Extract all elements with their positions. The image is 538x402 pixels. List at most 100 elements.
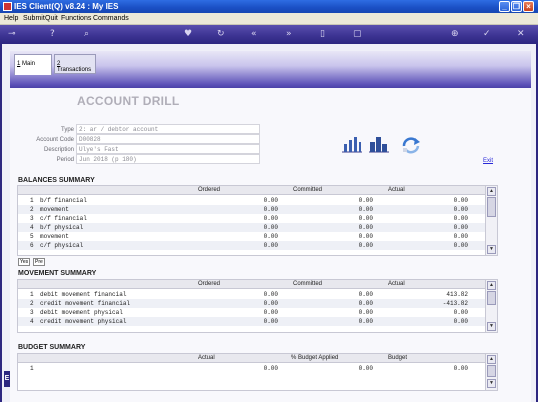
cell-ordered: 0.00 xyxy=(263,206,278,213)
row-label: debit movement physical xyxy=(40,309,123,316)
row-number: 3 xyxy=(30,215,34,222)
cell-committed: 0.00 xyxy=(358,233,373,240)
cell-ordered: 0.00 xyxy=(263,233,278,240)
key-icon[interactable]: ⊸ xyxy=(8,29,16,40)
table-row[interactable]: 6 c/f physical 0.00 0.00 0.00 xyxy=(18,241,485,250)
type-field[interactable]: 2: ar / debtor account xyxy=(76,124,260,134)
cell-ordered: 0.00 xyxy=(263,300,278,307)
row-label: credit movement financial xyxy=(40,300,131,307)
close-window-button[interactable]: × xyxy=(523,1,534,12)
row-number: 5 xyxy=(30,233,34,240)
budget-scrollbar[interactable]: ▲ ▼ xyxy=(485,354,497,390)
help-icon[interactable]: ? xyxy=(50,29,55,40)
col-budget: Budget xyxy=(388,355,408,361)
row-label: c/f physical xyxy=(40,242,84,249)
cell-actual: 0.00 xyxy=(453,233,468,240)
row-label: b/f physical xyxy=(40,224,84,231)
scroll-down-button[interactable]: ▼ xyxy=(487,245,496,254)
table-row[interactable]: 3 c/f financial 0.00 0.00 0.00 xyxy=(18,214,485,223)
toolbar: ⊸ ? ⌕ ♥ ↻ « » ▯ ▢ ⊕ ✓ ✕ xyxy=(0,25,538,44)
close-icon[interactable]: ✕ xyxy=(517,29,525,40)
search-icon[interactable]: ⌕ xyxy=(84,29,89,40)
table-row[interactable]: 1 b/f financial 0.00 0.00 0.00 xyxy=(18,196,485,205)
cell-ordered: 0.00 xyxy=(263,291,278,298)
row-number: 2 xyxy=(30,300,34,307)
description-field[interactable]: Ulye's Fast xyxy=(76,144,260,154)
add-icon[interactable]: ⊕ xyxy=(451,29,459,40)
fast-forward-icon[interactable]: » xyxy=(286,29,292,40)
scroll-up-button[interactable]: ▲ xyxy=(487,355,496,364)
tab-transactions[interactable]: 2 Transactions xyxy=(54,54,96,74)
cell-ordered: 0.00 xyxy=(263,318,278,325)
type-label: Type xyxy=(60,127,74,133)
side-tab[interactable]: E xyxy=(4,371,10,387)
exit-link[interactable]: Exit xyxy=(483,158,493,164)
row-number: 1 xyxy=(30,365,34,372)
tab-main[interactable]: 1 Main xyxy=(14,54,52,75)
scroll-thumb[interactable] xyxy=(487,197,496,217)
refresh-icon[interactable]: ↻ xyxy=(217,29,225,40)
scroll-thumb[interactable] xyxy=(487,365,496,377)
menu-quit[interactable]: Quit xyxy=(45,15,58,22)
movement-summary-title: MOVEMENT SUMMARY xyxy=(18,270,97,277)
yes-button[interactable]: Yes xyxy=(18,258,31,266)
scroll-up-button[interactable]: ▲ xyxy=(487,281,496,290)
heart-icon[interactable]: ♥ xyxy=(184,29,192,40)
table-row[interactable]: 1 debit movement financial 0.00 0.00 413… xyxy=(18,290,485,299)
movement-header: Ordered Committed Actual xyxy=(18,280,485,289)
scroll-thumb[interactable] xyxy=(487,291,496,305)
cell-committed: 0.00 xyxy=(358,197,373,204)
minimize-button[interactable]: _ xyxy=(499,1,510,12)
movement-grid: Ordered Committed Actual 1 debit movemen… xyxy=(17,279,498,333)
menu-submit[interactable]: Submit xyxy=(23,15,45,22)
period-label: Period xyxy=(56,157,74,163)
menu-help[interactable]: Help xyxy=(4,15,18,22)
pre-button[interactable]: Pre xyxy=(33,258,45,266)
cell-actual: 0.00 xyxy=(453,197,468,204)
confirm-icon[interactable]: ✓ xyxy=(483,29,491,40)
cell-ordered: 0.00 xyxy=(263,242,278,249)
table-row[interactable]: 4 credit movement physical 0.00 0.00 0.0… xyxy=(18,317,485,326)
cell-committed: 0.00 xyxy=(358,291,373,298)
description-label: Description xyxy=(43,147,74,153)
account-code-field[interactable]: D00828 xyxy=(76,134,260,144)
cell-actual: 0.00 xyxy=(453,318,468,325)
cell-actual: -413.82 xyxy=(442,300,468,307)
bar-chart-icon[interactable] xyxy=(341,134,363,154)
cell-committed: 0.00 xyxy=(358,318,373,325)
cell-budget: 0.00 xyxy=(453,365,468,372)
cell-ordered: 0.00 xyxy=(263,224,278,231)
print-icon[interactable]: ▯ xyxy=(320,29,325,40)
table-row[interactable]: 2 movement 0.00 0.00 0.00 xyxy=(18,205,485,214)
row-label: movement xyxy=(40,233,69,240)
menu-functions[interactable]: Functions xyxy=(61,15,91,22)
balances-scrollbar[interactable]: ▲ ▼ xyxy=(485,186,497,255)
row-label: c/f financial xyxy=(40,215,87,222)
refresh-data-icon[interactable] xyxy=(400,134,422,154)
scroll-down-button[interactable]: ▼ xyxy=(487,379,496,388)
scroll-down-button[interactable]: ▼ xyxy=(487,322,496,331)
table-row[interactable]: 4 b/f physical 0.00 0.00 0.00 xyxy=(18,223,485,232)
maximize-button[interactable]: ❐ xyxy=(511,1,522,12)
table-row[interactable]: 3 debit movement physical 0.00 0.00 0.00 xyxy=(18,308,485,317)
table-row[interactable]: 5 movement 0.00 0.00 0.00 xyxy=(18,232,485,241)
cell-actual: 0.00 xyxy=(453,206,468,213)
rewind-icon[interactable]: « xyxy=(251,29,257,40)
col-ordered: Ordered xyxy=(198,281,221,287)
table-row[interactable]: 2 credit movement financial 0.00 0.00 -4… xyxy=(18,299,485,308)
balances-grid: Ordered Committed Actual 1 b/f financial… xyxy=(17,185,498,256)
scroll-up-button[interactable]: ▲ xyxy=(487,187,496,196)
copy-icon[interactable]: ▢ xyxy=(353,29,362,40)
row-number: 1 xyxy=(30,197,34,204)
movement-scrollbar[interactable]: ▲ ▼ xyxy=(485,280,497,332)
page-title: ACCOUNT DRILL xyxy=(77,94,180,108)
cell-actual: 0.00 xyxy=(453,242,468,249)
row-label: b/f financial xyxy=(40,197,87,204)
col-actual: Actual xyxy=(388,187,405,193)
column-chart-icon[interactable] xyxy=(368,134,390,154)
period-field[interactable]: Jun 2018 (p 180) xyxy=(76,154,260,164)
row-label: movement xyxy=(40,206,69,213)
cell-actual: 413.82 xyxy=(446,291,468,298)
menu-commands[interactable]: Commands xyxy=(93,15,129,22)
table-row[interactable]: 1 0.00 0.00 0.00 xyxy=(18,364,485,373)
